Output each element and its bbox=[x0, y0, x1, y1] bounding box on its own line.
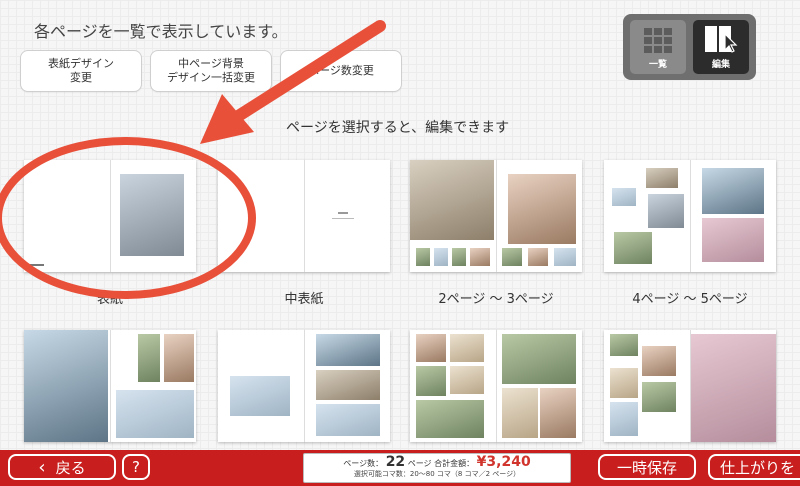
spread-label-pages-2-3: 2ページ ～ 3ページ bbox=[438, 292, 554, 307]
page-count-label: ページ数変更 bbox=[308, 64, 374, 77]
spread-pages-8-9[interactable] bbox=[218, 330, 390, 442]
page-count-value: 22 bbox=[385, 454, 406, 470]
cover-design-line1: 表紙デザイン bbox=[48, 57, 114, 70]
edit-pointer-icon bbox=[705, 26, 738, 53]
chevron-left-icon: ‹ bbox=[38, 456, 46, 478]
spread-cover[interactable] bbox=[24, 160, 196, 272]
summary-line-1: ページ数： 22 ページ 合計金額： ¥3,240 bbox=[304, 454, 570, 470]
photo-small-a bbox=[610, 334, 638, 356]
spread-pages-12-13[interactable] bbox=[604, 330, 776, 442]
photo-seaside bbox=[24, 330, 108, 442]
photo-water-3 bbox=[316, 404, 380, 436]
photo-shore bbox=[116, 390, 194, 438]
photo-slide bbox=[416, 400, 484, 438]
order-summary: ページ数： 22 ページ 合計金額： ¥3,240 選択可能コマ数：20～80 … bbox=[303, 453, 571, 483]
page-instruction-header: 各ページを一覧で表示しています。 bbox=[34, 22, 288, 41]
photo-sit bbox=[502, 388, 538, 438]
total-price: ¥3,240 bbox=[476, 454, 531, 470]
cover-child-photo bbox=[120, 174, 184, 256]
photo-park bbox=[502, 334, 576, 384]
photo-d bbox=[614, 232, 652, 264]
spread-label-inner-cover: 中表紙 bbox=[284, 292, 324, 307]
photo-child-closeup bbox=[508, 174, 576, 244]
photo-small-5 bbox=[502, 248, 522, 266]
photo-small-e bbox=[610, 402, 638, 436]
photo-c bbox=[648, 194, 684, 228]
total-prefix: 合計金額： bbox=[434, 459, 475, 468]
photo-small-4 bbox=[470, 248, 490, 266]
back-label: 戻る bbox=[55, 458, 86, 477]
finish-preview-button[interactable]: 仕上がりを bbox=[708, 454, 800, 480]
photo-sit-2 bbox=[540, 388, 576, 438]
photo-small-1 bbox=[416, 248, 430, 266]
photo-small-c bbox=[610, 368, 638, 398]
photo-water-1 bbox=[316, 334, 380, 366]
photo-beach bbox=[702, 168, 764, 214]
photo-a bbox=[646, 168, 678, 188]
bottom-action-bar: ‹ 戻る ? ページ数： 22 ページ 合計金額： ¥3,240 選択可能コマ数… bbox=[0, 450, 800, 486]
photo-small-d bbox=[642, 382, 676, 412]
photo-small-2 bbox=[434, 248, 448, 266]
photo-pair bbox=[164, 334, 194, 382]
back-button[interactable]: ‹ 戻る bbox=[8, 454, 116, 480]
spread-label-cover: 表紙 bbox=[96, 292, 123, 307]
photo-small-b bbox=[642, 346, 676, 376]
view-mode-toggle: 一覧 編集 bbox=[623, 14, 756, 80]
photo-small-3 bbox=[452, 248, 466, 266]
inner-cover-subtitle-text bbox=[332, 218, 354, 219]
annotation-arrow-head bbox=[200, 94, 254, 144]
cover-design-line2: 変更 bbox=[70, 71, 92, 84]
spread-pages-6-7[interactable] bbox=[24, 330, 196, 442]
photo-walk bbox=[230, 376, 290, 416]
spread-pages-4-5[interactable] bbox=[604, 160, 776, 272]
edit-view-label: 編集 bbox=[711, 60, 730, 70]
photo-b bbox=[612, 188, 636, 206]
photo-water-2 bbox=[316, 370, 380, 400]
help-icon: ? bbox=[132, 458, 140, 476]
photo-play-2 bbox=[450, 366, 484, 394]
photo-person bbox=[138, 334, 160, 382]
help-button[interactable]: ? bbox=[122, 454, 150, 480]
save-label: 一時保存 bbox=[616, 458, 677, 477]
pages-unit: ページ bbox=[407, 459, 432, 468]
change-inner-background-button[interactable]: 中ページ背景 デザイン一括変更 bbox=[150, 50, 272, 92]
change-cover-design-button[interactable]: 表紙デザイン 変更 bbox=[20, 50, 142, 92]
inner-cover-title-text bbox=[338, 212, 348, 214]
photo-hat-2 bbox=[450, 334, 484, 362]
select-page-instruction: ページを選択すると、編集できます bbox=[286, 120, 510, 136]
photo-blossom bbox=[702, 218, 764, 262]
spread-inner-cover[interactable] bbox=[218, 160, 390, 272]
photo-playground bbox=[690, 334, 776, 442]
inner-bg-line2: デザイン一括変更 bbox=[167, 71, 255, 84]
spread-label-pages-4-5: 4ページ ～ 5ページ bbox=[632, 292, 748, 307]
finish-label: 仕上がりを bbox=[720, 458, 796, 477]
list-view-label: 一覧 bbox=[648, 60, 667, 70]
temporary-save-button[interactable]: 一時保存 bbox=[598, 454, 696, 480]
change-page-count-button[interactable]: ページ数変更 bbox=[280, 50, 402, 92]
photo-hat-1 bbox=[416, 334, 446, 362]
photo-small-6 bbox=[528, 248, 548, 266]
pages-prefix: ページ数： bbox=[343, 459, 384, 468]
photo-small-7 bbox=[554, 248, 576, 266]
list-view-button[interactable]: 一覧 bbox=[630, 20, 686, 74]
grid-icon bbox=[644, 28, 672, 53]
selectable-frames-info: 選択可能コマ数：20～80 コマ（8 コマ／2 ページ） bbox=[353, 470, 521, 478]
photo-play-1 bbox=[416, 366, 446, 396]
edit-view-button[interactable]: 編集 bbox=[693, 20, 749, 74]
spread-pages-2-3[interactable] bbox=[410, 160, 582, 272]
cover-logo-mark bbox=[30, 264, 44, 266]
inner-bg-line1: 中ページ背景 bbox=[178, 57, 244, 70]
photo-car bbox=[410, 160, 494, 240]
spread-pages-10-11[interactable] bbox=[410, 330, 582, 442]
